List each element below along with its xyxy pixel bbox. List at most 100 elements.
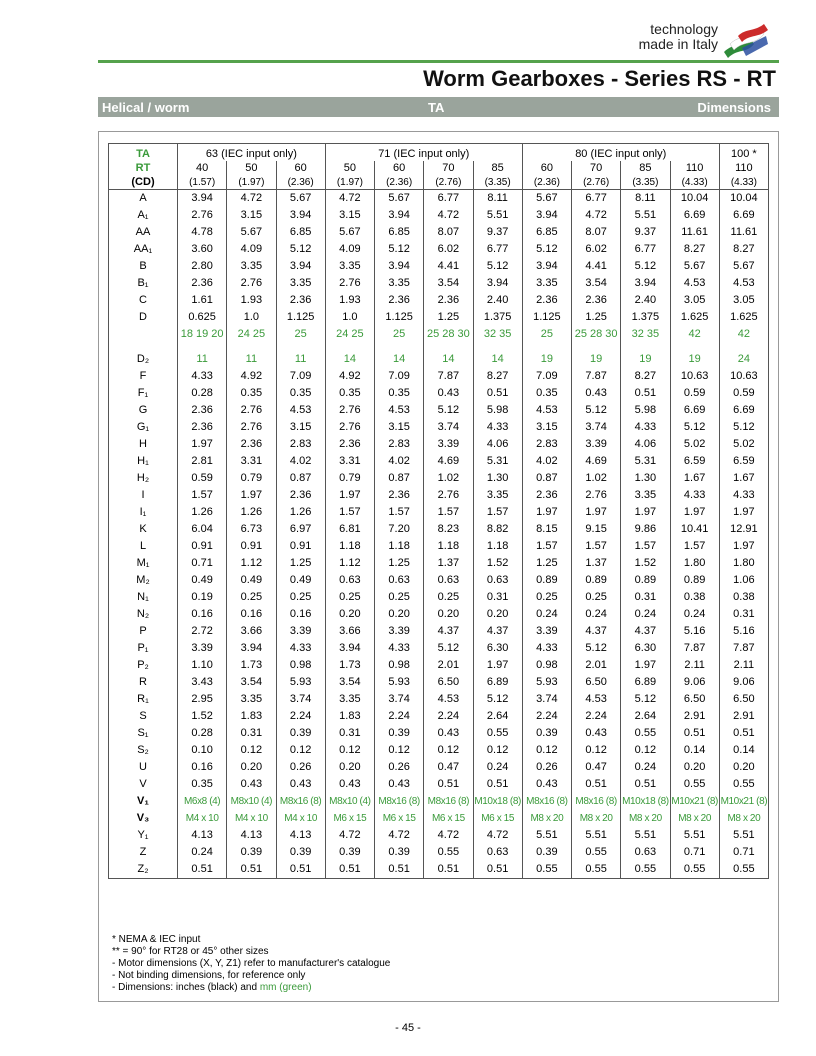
value-cell: 5.93 (521, 674, 573, 691)
value-cell: 5.51 (620, 207, 671, 224)
spacer-cell (226, 343, 277, 351)
value-cell: 4.72 (472, 827, 523, 844)
value-cell: 0.24 (620, 759, 671, 776)
value-cell: 0.38 (669, 589, 720, 606)
value-cell: 0.20 (324, 606, 376, 623)
row-label: I₁ (108, 504, 178, 521)
value-cell: 8.07 (423, 224, 474, 241)
value-cell: 3.31 (324, 453, 376, 470)
value-cell: 4.72 (324, 827, 376, 844)
value-cell: 1.18 (472, 538, 523, 555)
value-cell: 6.77 (423, 189, 474, 207)
value-cell: 3.35 (324, 258, 376, 275)
value-cell: 0.39 (275, 725, 326, 742)
value-cell: 9.06 (669, 674, 720, 691)
value-cell: 1.26 (226, 504, 277, 521)
size-inch-header: (2.76) (570, 175, 622, 190)
size-header: 70 (570, 161, 622, 175)
value-cell: 5.51 (472, 207, 523, 224)
value-cell: 3.94 (373, 258, 425, 275)
value-cell: 8.82 (472, 521, 523, 538)
value-cell: 4.37 (570, 623, 622, 640)
value-cell: 6.69 (718, 402, 770, 419)
value-cell: 1.97 (669, 504, 720, 521)
value-cell: 3.94 (176, 189, 228, 207)
group-header: 71 (IEC input only) (324, 143, 523, 161)
table-row: I₁ 1.26 1.26 1.26 1.57 1.57 1.57 1.57 1.97 1.97 1.… (108, 504, 770, 521)
value-cell: 0.91 (226, 538, 277, 555)
value-cell: 0.87 (275, 470, 326, 487)
value-cell: 4.53 (718, 275, 770, 292)
value-cell: 0.51 (423, 861, 474, 879)
value-cell: 6.02 (423, 241, 474, 258)
value-cell: 5.93 (275, 674, 326, 691)
value-cell: 1.97 (620, 504, 671, 521)
value-cell: 3.39 (570, 436, 622, 453)
value-cell: M8 x 20 (521, 810, 573, 827)
value-cell: 5.98 (620, 402, 671, 419)
value-cell: 3.94 (521, 258, 573, 275)
value-cell: 5.67 (669, 258, 720, 275)
value-cell: 0.51 (669, 725, 720, 742)
table-row: P 2.72 3.66 3.39 3.66 3.39 4.37 4.37 3.39 4.37 4.3… (108, 623, 770, 640)
value-cell: 4.33 (669, 487, 720, 504)
value-cell: 0.51 (226, 861, 277, 879)
value-cell: 1.97 (472, 657, 523, 674)
value-cell: 8.27 (472, 368, 523, 385)
value-cell: 0.12 (373, 742, 425, 759)
value-cell: 0.24 (472, 759, 523, 776)
value-cell: 0.12 (423, 742, 474, 759)
table-row: Y₁ 4.13 4.13 4.13 4.72 4.72 4.72 4.72 5.51 5.51 5.… (108, 827, 770, 844)
value-cell: 0.47 (570, 759, 622, 776)
value-cell: M4 x 10 (275, 810, 326, 827)
value-cell: 4.37 (472, 623, 523, 640)
row-label: U (108, 759, 178, 776)
table-row: R₁ 2.95 3.35 3.74 3.35 3.74 4.53 5.12 3.74 4.53 5.… (108, 691, 770, 708)
value-cell: 6.73 (226, 521, 277, 538)
value-cell: 8.07 (570, 224, 622, 241)
size-inch-header: (2.76) (423, 175, 474, 190)
table-row: N₁ 0.19 0.25 0.25 0.25 0.25 0.25 0.31 0.25 0.25 0.… (108, 589, 770, 606)
note-line: - Not binding dimensions, for reference … (112, 970, 306, 981)
value-cell: 0.25 (275, 589, 326, 606)
value-cell: M8 x 20 (620, 810, 671, 827)
value-cell: 3.54 (570, 275, 622, 292)
value-cell: 11 (226, 351, 277, 368)
value-cell: 6.02 (570, 241, 622, 258)
value-cell: 0.12 (570, 742, 622, 759)
table-row: U 0.16 0.20 0.26 0.20 0.26 0.47 0.24 0.26 0.47 0.2… (108, 759, 770, 776)
value-cell: 3.74 (521, 691, 573, 708)
value-cell: 5.67 (373, 189, 425, 207)
value-cell: 4.02 (275, 453, 326, 470)
value-cell: 0.20 (226, 759, 277, 776)
row-label: K (108, 521, 178, 538)
table-row: V₁ M6x8 (4) M8x10 (4) M8x16 (8) M8x10 (4) M8x… (108, 793, 770, 810)
value-cell: 6.50 (718, 691, 770, 708)
table-row: L 0.91 0.91 0.91 1.18 1.18 1.18 1.18 1.57 1.57 1.5… (108, 538, 770, 555)
value-cell: 8.27 (718, 241, 770, 258)
value-cell: 0.31 (472, 589, 523, 606)
table-row: R 3.43 3.54 5.93 3.54 5.93 6.50 6.89 5.93 6.50 6.8… (108, 674, 770, 691)
value-cell: 24 (718, 351, 770, 368)
value-cell: 10.04 (669, 189, 720, 207)
value-cell: 4.13 (226, 827, 277, 844)
value-cell: 0.59 (176, 470, 228, 487)
value-cell: 3.05 (669, 292, 720, 309)
value-cell: 7.09 (275, 368, 326, 385)
value-cell: 1.25 (570, 309, 622, 326)
value-cell: 2.36 (373, 487, 425, 504)
table-row: F₁ 0.28 0.35 0.35 0.35 0.35 0.43 0.51 0.35 0.43 0.… (108, 385, 770, 402)
value-cell: 4.53 (669, 275, 720, 292)
row-label: F (108, 368, 178, 385)
value-cell: 6.89 (620, 674, 671, 691)
value-cell: 4.02 (521, 453, 573, 470)
value-cell: 3.39 (423, 436, 474, 453)
value-cell: 5.51 (620, 827, 671, 844)
value-cell: 0.39 (373, 844, 425, 861)
row-label: D (108, 309, 178, 326)
value-cell: 25 28 30 (570, 326, 622, 343)
value-cell: 4.53 (373, 402, 425, 419)
value-cell: 1.52 (176, 708, 228, 725)
value-cell: 0.55 (423, 844, 474, 861)
value-cell: 6.97 (275, 521, 326, 538)
